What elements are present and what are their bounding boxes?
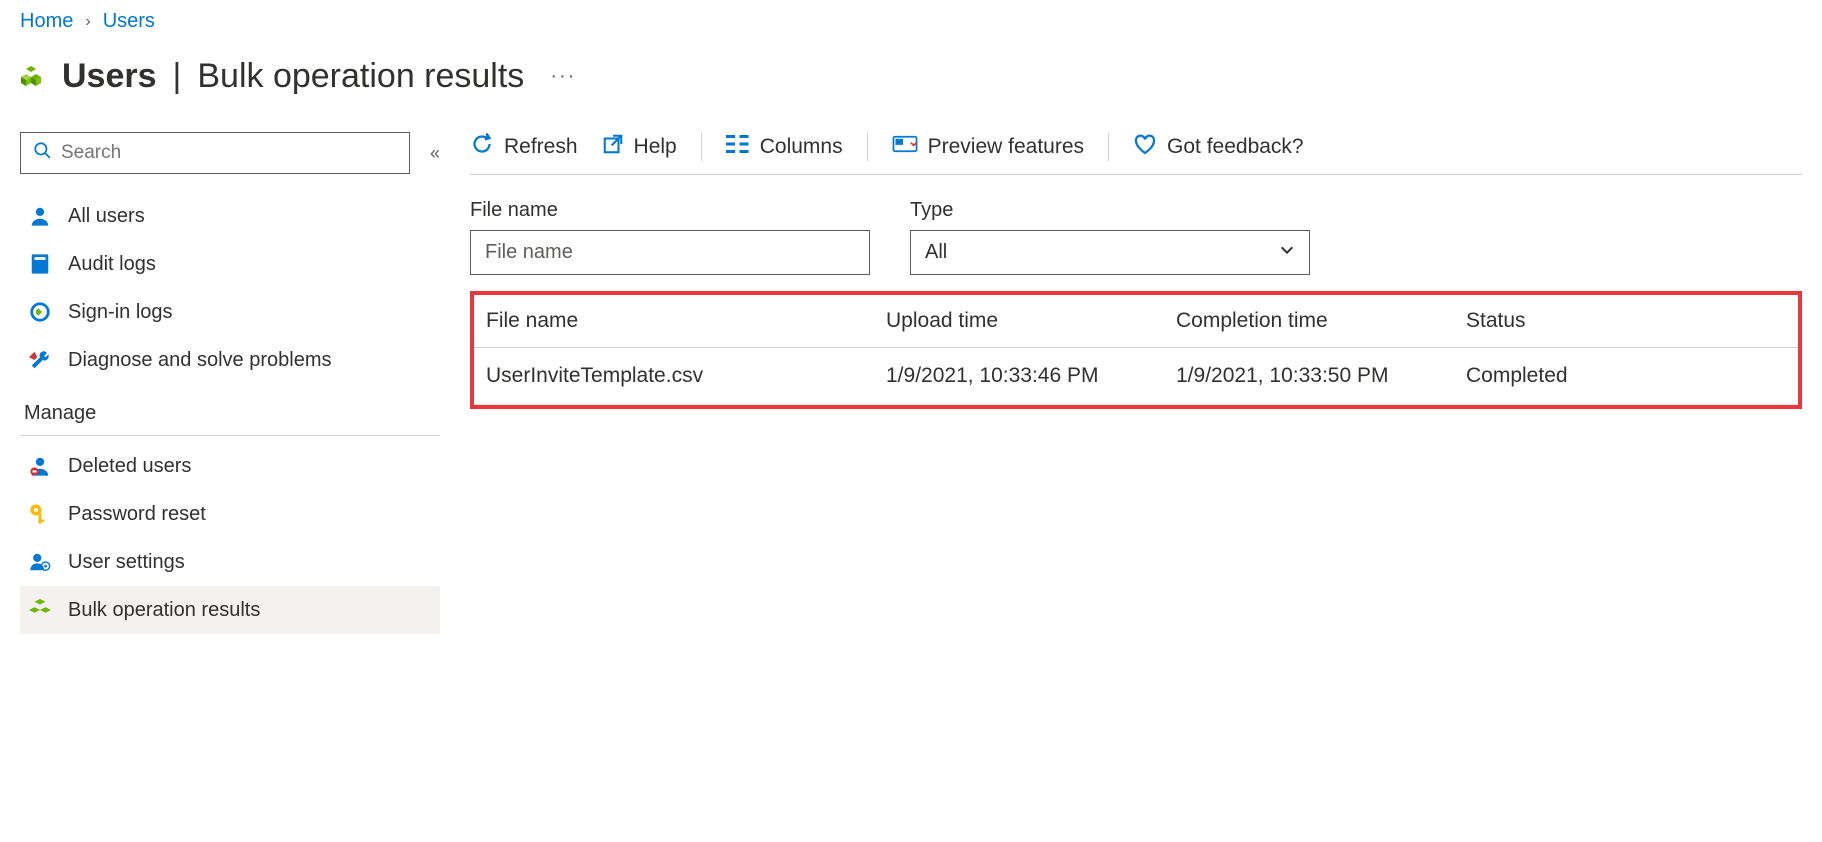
columns-icon xyxy=(726,133,750,161)
results-header-row: File name Upload time Completion time St… xyxy=(474,295,1798,348)
feedback-label: Got feedback? xyxy=(1167,135,1304,159)
sidebar-item-password-reset[interactable]: Password reset xyxy=(20,490,440,538)
toolbar-separator xyxy=(867,133,868,161)
deleted-user-icon xyxy=(28,454,52,478)
sidebar-item-label: Audit logs xyxy=(68,253,156,276)
heart-icon xyxy=(1133,132,1157,162)
preview-button[interactable]: Preview features xyxy=(892,133,1084,161)
sidebar-item-user-settings[interactable]: User settings xyxy=(20,538,440,586)
filter-type-select[interactable]: All xyxy=(910,230,1310,275)
filter-type-value: All xyxy=(925,241,947,264)
columns-label: Columns xyxy=(760,135,843,159)
more-actions-icon[interactable]: ··· xyxy=(550,65,576,88)
toolbar: Refresh Help Columns Preview feat xyxy=(470,132,1802,175)
person-icon xyxy=(28,204,52,228)
book-icon xyxy=(28,252,52,276)
sidebar-item-label: Password reset xyxy=(68,503,206,526)
chevron-down-icon xyxy=(1279,241,1295,264)
cell-file: UserInviteTemplate.csv xyxy=(486,364,886,388)
user-gear-icon xyxy=(28,550,52,574)
sidebar-item-label: Deleted users xyxy=(68,455,191,478)
search-box[interactable] xyxy=(20,132,410,174)
sidebar-item-deleted-users[interactable]: Deleted users xyxy=(20,442,440,490)
chevron-right-icon: › xyxy=(85,13,90,31)
toolbar-separator xyxy=(701,133,702,161)
page-title-main: Users xyxy=(62,57,157,96)
wrench-icon xyxy=(28,348,52,372)
col-header-file[interactable]: File name xyxy=(486,309,886,333)
cell-upload: 1/9/2021, 10:33:46 PM xyxy=(886,364,1176,388)
filter-row: File name Type All xyxy=(470,199,1802,275)
breadcrumb: Home › Users xyxy=(20,10,1802,33)
col-header-upload[interactable]: Upload time xyxy=(886,309,1176,333)
sidebar-item-label: Diagnose and solve problems xyxy=(68,349,332,372)
refresh-icon xyxy=(470,132,494,162)
page-title-separator: | xyxy=(173,57,182,96)
sidebar-item-label: All users xyxy=(68,205,145,228)
sidebar-item-label: Sign-in logs xyxy=(68,301,173,324)
columns-button[interactable]: Columns xyxy=(726,133,843,161)
results-table-highlighted: File name Upload time Completion time St… xyxy=(470,291,1802,409)
toolbar-separator xyxy=(1108,133,1109,161)
breadcrumb-users[interactable]: Users xyxy=(103,10,155,33)
refresh-label: Refresh xyxy=(504,135,578,159)
filter-filename-label: File name xyxy=(470,199,870,222)
feedback-button[interactable]: Got feedback? xyxy=(1133,132,1304,162)
sidebar-item-label: User settings xyxy=(68,551,185,574)
col-header-completion[interactable]: Completion time xyxy=(1176,309,1466,333)
cell-status: Completed xyxy=(1466,364,1786,388)
cell-completion: 1/9/2021, 10:33:50 PM xyxy=(1176,364,1466,388)
sidebar-item-signin-logs[interactable]: Sign-in logs xyxy=(20,288,440,336)
cubes-icon xyxy=(28,598,52,622)
signin-icon xyxy=(28,300,52,324)
page-title-sub: Bulk operation results xyxy=(197,57,524,96)
sidebar-section-manage: Manage xyxy=(20,384,440,436)
users-cube-icon xyxy=(20,65,44,89)
preview-label: Preview features xyxy=(928,135,1084,159)
filter-type-label: Type xyxy=(910,199,1310,222)
external-link-icon xyxy=(602,133,624,161)
table-row[interactable]: UserInviteTemplate.csv 1/9/2021, 10:33:4… xyxy=(474,348,1798,405)
refresh-button[interactable]: Refresh xyxy=(470,132,578,162)
page-title: Users | Bulk operation results xyxy=(62,57,524,96)
sidebar-item-audit-logs[interactable]: Audit logs xyxy=(20,240,440,288)
sidebar-item-bulk-ops[interactable]: Bulk operation results xyxy=(20,586,440,634)
main-content: Refresh Help Columns Preview feat xyxy=(470,132,1802,634)
preview-icon xyxy=(892,133,918,161)
sidebar-item-all-users[interactable]: All users xyxy=(20,192,440,240)
filter-filename-input[interactable] xyxy=(470,230,870,275)
help-button[interactable]: Help xyxy=(602,133,677,161)
page-title-row: Users | Bulk operation results ··· xyxy=(20,57,1802,96)
help-label: Help xyxy=(634,135,677,159)
search-icon xyxy=(33,141,51,165)
sidebar-item-label: Bulk operation results xyxy=(68,599,260,622)
search-input[interactable] xyxy=(61,142,397,164)
filter-filename-group: File name xyxy=(470,199,870,275)
filter-type-group: Type All xyxy=(910,199,1310,275)
col-header-status[interactable]: Status xyxy=(1466,309,1786,333)
collapse-sidebar-icon[interactable]: « xyxy=(430,143,440,164)
sidebar-item-diagnose[interactable]: Diagnose and solve problems xyxy=(20,336,440,384)
sidebar: « All users Audit logs Sign-in logs Diag xyxy=(20,132,440,634)
key-icon xyxy=(28,502,52,526)
breadcrumb-home[interactable]: Home xyxy=(20,10,73,33)
